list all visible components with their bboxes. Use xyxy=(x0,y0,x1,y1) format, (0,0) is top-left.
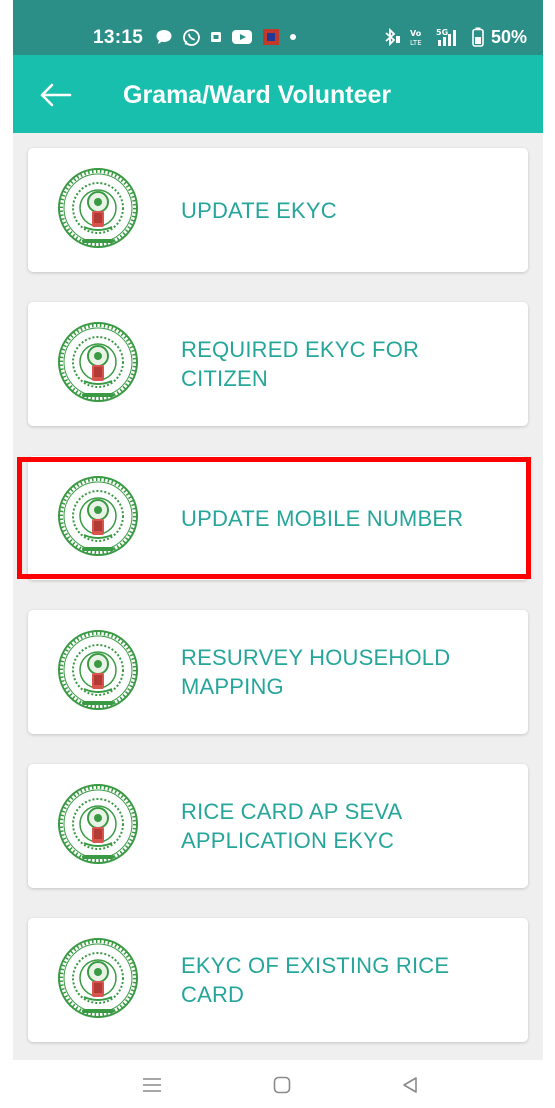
back-icon xyxy=(403,1077,417,1093)
menu-item-update-ekyc[interactable]: UPDATE EKYC xyxy=(28,148,528,272)
ap-government-emblem-icon xyxy=(54,629,142,715)
menu-item-label: UPDATE EKYC xyxy=(181,197,337,223)
menu-item-ekyc-of-existing-rice-card[interactable]: EKYC OF EXISTING RICE CARD xyxy=(28,918,528,1042)
app-toolbar: Grama/Ward Volunteer xyxy=(13,55,543,133)
recent-apps-button[interactable] xyxy=(132,1068,172,1102)
system-navigation-bar xyxy=(0,1060,555,1108)
svg-text:Vo: Vo xyxy=(410,29,422,38)
battery-icon xyxy=(472,27,484,47)
menu-item-label: RICE CARD AP SEVA APPLICATION EKYC xyxy=(181,799,402,853)
menu-item-update-mobile-number[interactable]: UPDATE MOBILE NUMBER xyxy=(28,456,528,580)
ap-government-emblem-icon xyxy=(54,167,142,253)
system-back-button[interactable] xyxy=(390,1068,430,1102)
more-dot-icon xyxy=(289,27,297,47)
menu-item-label: RESURVEY HOUSEHOLD MAPPING xyxy=(181,645,451,699)
page-title: Grama/Ward Volunteer xyxy=(123,81,392,109)
battery-percentage: 50% xyxy=(491,26,528,47)
status-time: 13:15 xyxy=(93,27,144,48)
menu-item-label: REQUIRED EKYC FOR CITIZEN xyxy=(181,337,420,391)
menu-icon xyxy=(143,1078,161,1092)
menu-item-label: EKYC OF EXISTING RICE CARD xyxy=(181,953,450,1007)
menu-item-required-ekyc-for-citizen[interactable]: REQUIRED EKYC FOR CITIZEN xyxy=(28,302,528,426)
status-bar: 13:15 Vo LTE 5G 50% xyxy=(13,0,543,55)
back-arrow-icon xyxy=(40,83,72,107)
back-button[interactable] xyxy=(35,77,75,113)
home-icon xyxy=(273,1076,291,1094)
youtube-icon xyxy=(231,27,253,47)
app-screen: 13:15 Vo LTE 5G 50% Grama/Ward Volunteer… xyxy=(13,0,543,1060)
whatsapp-icon xyxy=(182,27,201,47)
menu-item-label: UPDATE MOBILE NUMBER xyxy=(181,505,464,531)
volte-icon: Vo LTE xyxy=(408,27,428,47)
bluetooth-icon xyxy=(381,27,401,47)
chat-bubble-icon xyxy=(155,27,173,47)
menu-item-resurvey-household-mapping[interactable]: RESURVEY HOUSEHOLD MAPPING xyxy=(28,610,528,734)
ap-government-emblem-icon xyxy=(54,783,142,869)
5g-signal-icon: 5G xyxy=(435,27,465,47)
sim-card-icon xyxy=(210,27,222,47)
app-notification-icon xyxy=(262,27,280,47)
ap-government-emblem-icon xyxy=(54,321,142,407)
status-system-icons: Vo LTE 5G 50% xyxy=(381,26,527,48)
home-button[interactable] xyxy=(262,1068,302,1102)
menu-item-rice-card-ap-seva-application-ekyc[interactable]: RICE CARD AP SEVA APPLICATION EKYC xyxy=(28,764,528,888)
ap-government-emblem-icon xyxy=(54,937,142,1023)
svg-text:LTE: LTE xyxy=(410,39,422,46)
svg-text:5G: 5G xyxy=(436,28,448,37)
ap-government-emblem-icon xyxy=(54,475,142,561)
status-notification-icons xyxy=(155,26,297,48)
